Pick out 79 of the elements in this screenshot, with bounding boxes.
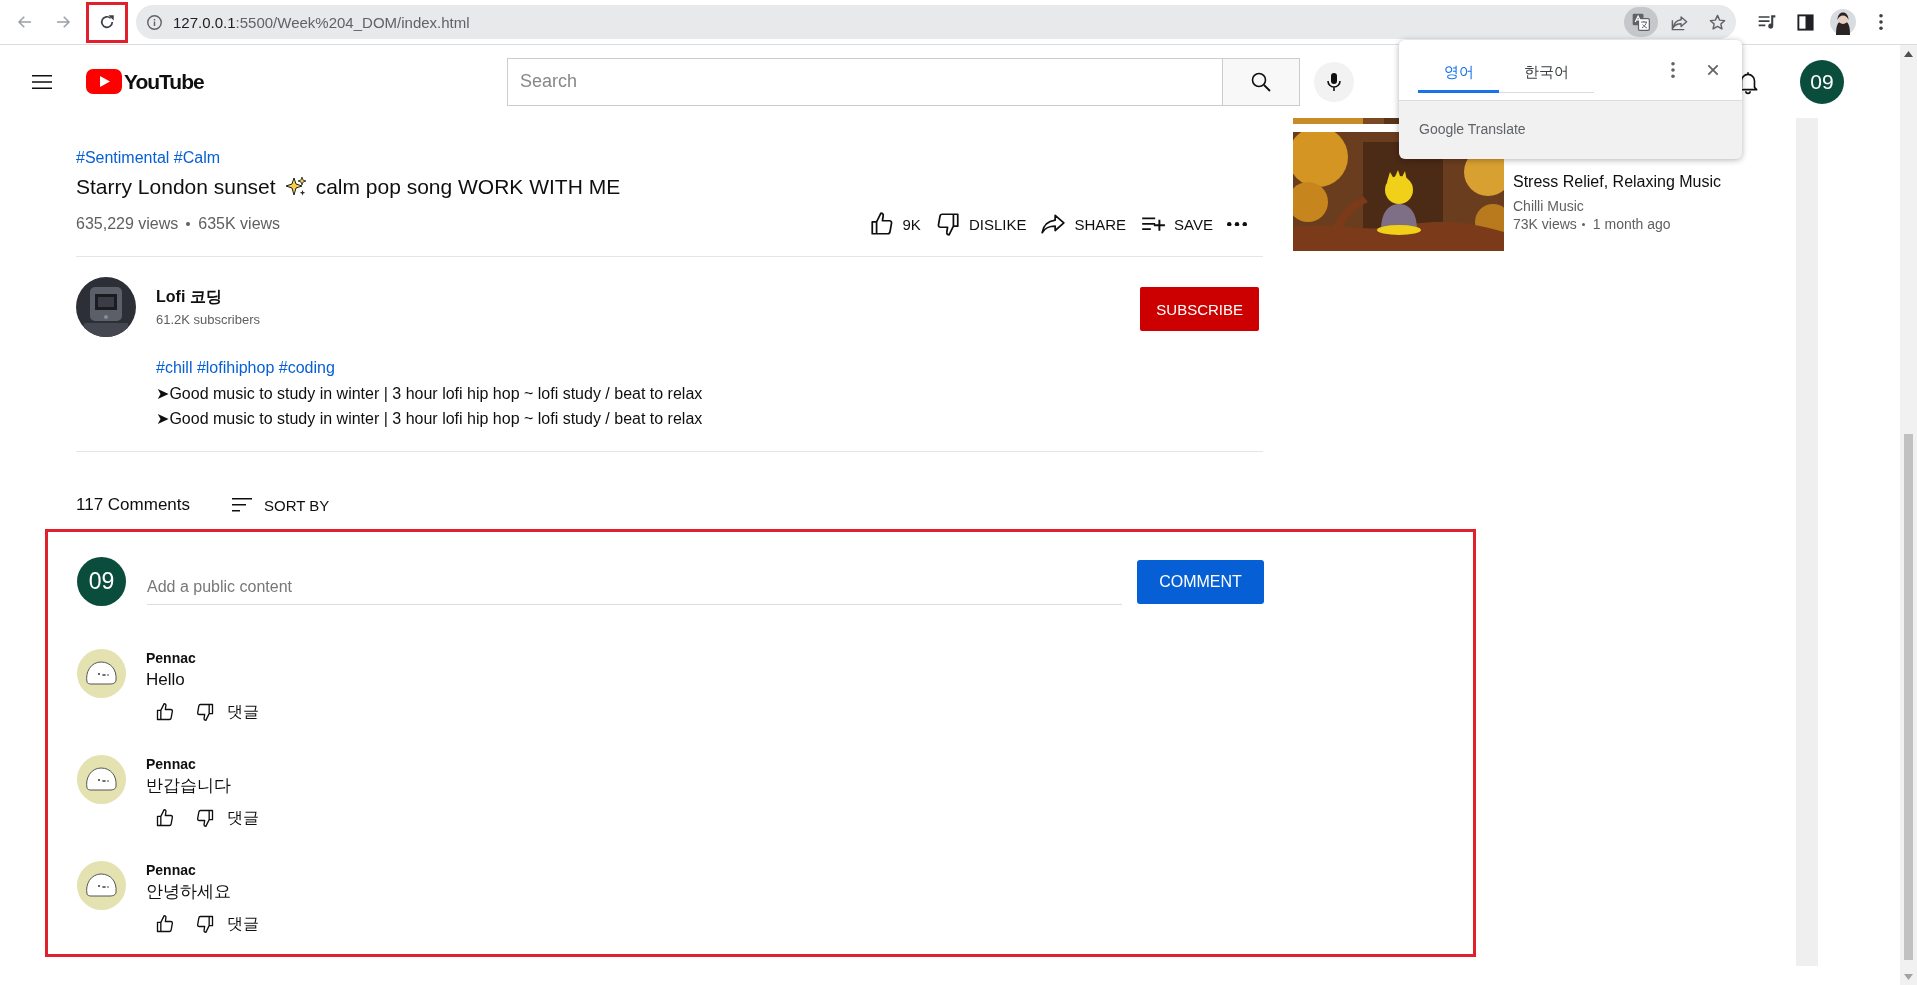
reload-icon [98,13,116,31]
view-count: 73K views [1513,215,1577,233]
avatar-icon [1830,9,1856,35]
video-title: Starry London sunset [76,175,276,199]
translate-icon [1631,12,1651,32]
like-button[interactable] [155,702,175,722]
avatar-icon [77,861,126,910]
play-logo-icon [86,69,122,94]
forward-arrow-icon [54,13,72,31]
save-button[interactable]: SAVE [1140,206,1213,242]
hashtag-link[interactable]: #chill #lofihiphop #coding [156,358,335,378]
scrollbar[interactable] [1900,45,1917,985]
language-tab[interactable]: 영어 [1418,55,1499,93]
comment-author[interactable]: Pennac [146,649,196,667]
voice-search-button[interactable] [1314,61,1354,102]
description-text: ➤Good music to study in winter | 3 hour lofi hip hop ~ lofi study / beat to relax [156,409,703,429]
sparkle-icon [283,175,308,199]
more-icon [1879,14,1883,30]
channel-name: Chilli Music [1513,197,1585,215]
comment-author[interactable]: Pennac [146,861,196,879]
side-panel-icon [1795,12,1815,32]
avatar-icon [77,649,126,698]
subscriber-count: 61.2K subscribers [156,311,261,329]
avatar-icon [77,755,126,804]
info-icon [146,13,163,31]
dislike-button[interactable] [195,702,215,722]
comment-text: Hello [146,669,185,691]
star-icon [1707,12,1727,32]
thumbs-up-icon [155,808,175,828]
thumbs-up-icon [155,702,175,722]
search-field[interactable]: Search [508,58,1222,105]
channel-name[interactable]: Lofi 코딩 [156,286,261,308]
comment-text: 안녕하세요 [146,881,231,903]
like-button[interactable]: 9K [868,206,921,242]
playlist-music-icon [1757,12,1777,32]
youtube-logo[interactable]: YouTube [86,69,204,94]
description-text: ➤Good music to study in winter | 3 hour lofi hip hop ~ lofi study / beat to relax [156,384,703,404]
hashtag-link[interactable]: #Sentimental #Calm [76,148,221,168]
thumbs-up-icon [155,914,175,934]
video-title[interactable]: Stress Relief, Relaxing Music [1513,171,1722,192]
comment-author[interactable]: Pennac [146,755,196,773]
view-count: 635,229 views [76,215,179,233]
google-translate-label: Google Translate [1419,121,1526,137]
reply-button[interactable]: 댓글 [227,913,259,935]
search-button[interactable] [1222,57,1300,106]
address-bar[interactable]: 127.0.0.1:5500/Week%204_DOM/index.html [136,5,1736,39]
thumbs-down-icon [195,914,215,934]
upload-date: 1 month ago [1592,215,1671,233]
back-arrow-icon [16,13,34,31]
video-title: calm pop song WORK WITH ME [315,175,621,199]
close-icon [1705,62,1721,78]
reply-button[interactable]: 댓글 [227,701,259,723]
dislike-button[interactable]: DISLIKE [934,206,1027,242]
language-tab[interactable]: 한국어 [1499,55,1594,93]
comment-button[interactable]: COMMENT [1137,559,1264,604]
scroll-down-icon [1904,974,1913,980]
scroll-up-icon [1904,51,1913,57]
thumbs-down-icon [195,808,215,828]
translate-button[interactable] [1624,7,1658,37]
url-text: 127.0.0.1:5500/Week%204_DOM/index.html [173,13,470,31]
user-avatar: 09 [77,557,126,606]
comment-field[interactable]: Add a public content [147,572,1122,605]
more-icon [1227,221,1247,227]
subscribe-button[interactable]: SUBSCRIBE [1140,287,1259,331]
avatar-button[interactable]: 09 [1800,59,1844,104]
sort-button[interactable]: SORT BY [230,493,330,517]
more-icon [1671,62,1675,78]
like-button[interactable] [155,808,175,828]
thumbs-up-icon [868,211,895,237]
share-button[interactable]: SHARE [1040,206,1127,242]
reply-button[interactable]: 댓글 [227,807,259,829]
like-button[interactable] [155,914,175,934]
thumbs-down-icon [195,702,215,722]
reload-button[interactable] [86,1,128,43]
comment-count: 117 Comments [76,495,190,515]
dislike-button[interactable] [195,914,215,934]
comment-text: 반갑습니다 [146,775,231,797]
view-count: 635K views [198,215,281,233]
dislike-button[interactable] [195,808,215,828]
